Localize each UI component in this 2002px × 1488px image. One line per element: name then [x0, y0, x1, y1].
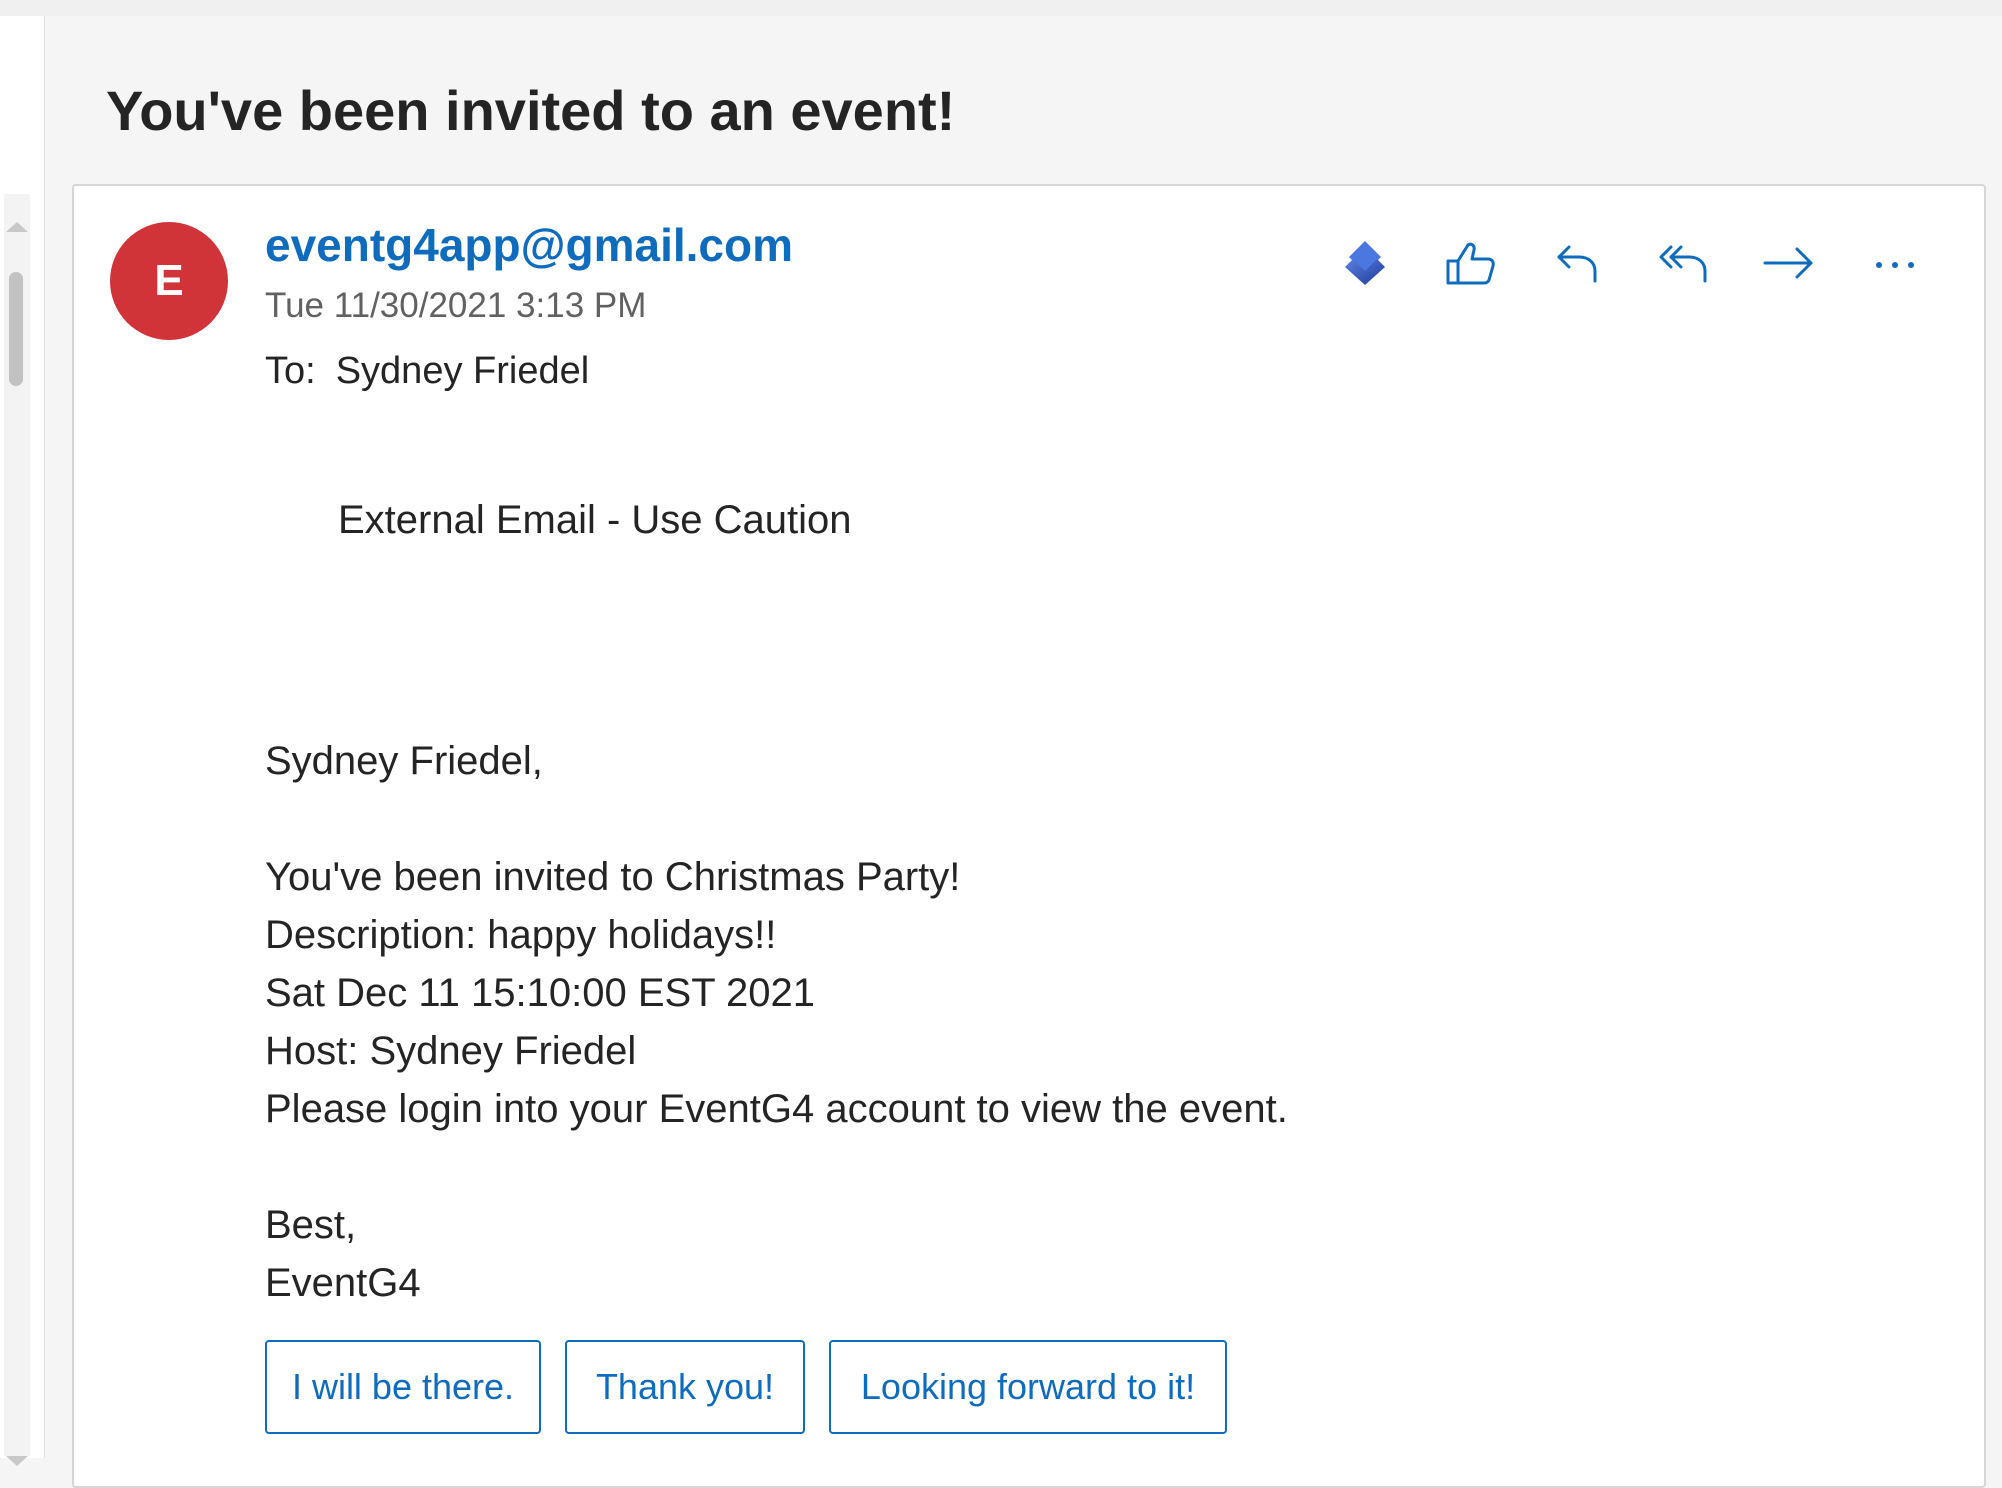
body-line: Host: Sydney Friedel: [265, 1029, 637, 1073]
message-list-pane: [0, 16, 45, 1466]
recipient-line: To: Sydney Friedel: [265, 350, 589, 393]
reply-button[interactable]: [1542, 228, 1612, 298]
scrollbar-thumb[interactable]: [9, 272, 23, 386]
scroll-up-arrow-icon[interactable]: [6, 222, 28, 232]
more-icon: [1876, 262, 1914, 268]
reply-all-button[interactable]: [1648, 228, 1718, 298]
body-line: You've been invited to Christmas Party!: [265, 855, 961, 899]
like-icon: [1446, 242, 1495, 285]
body-line: Please login into your EventG4 account t…: [265, 1087, 1288, 1131]
to-label: To:: [265, 350, 316, 392]
external-email-warning: External Email - Use Caution: [338, 498, 852, 542]
reply-all-icon: [1659, 245, 1707, 283]
quick-reply-button[interactable]: Looking forward to it!: [829, 1340, 1227, 1434]
reply-icon: [1557, 245, 1597, 283]
forward-icon: [1763, 247, 1813, 279]
body-line: Description: happy holidays!!: [265, 913, 777, 957]
more-actions-button[interactable]: [1860, 228, 1930, 298]
quick-reply-button[interactable]: Thank you!: [565, 1340, 805, 1434]
avatar-initial: E: [154, 256, 184, 305]
quick-reply-button[interactable]: I will be there.: [265, 1340, 541, 1434]
sent-date: Tue 11/30/2021 3:13 PM: [265, 286, 647, 325]
sender-avatar[interactable]: E: [110, 222, 228, 340]
top-strip: [0, 0, 2002, 16]
body-line: Sat Dec 11 15:10:00 EST 2021: [265, 971, 816, 1015]
message-body: Sydney Friedel, You've been invited to C…: [265, 732, 1288, 1312]
copilot-icon: [1345, 241, 1385, 285]
copilot-button[interactable]: [1330, 228, 1400, 298]
body-greeting: Sydney Friedel,: [265, 739, 543, 783]
recipient-name[interactable]: Sydney Friedel: [336, 350, 589, 392]
sender-address[interactable]: eventg4app@gmail.com: [265, 218, 793, 272]
like-button[interactable]: [1435, 228, 1505, 298]
forward-button[interactable]: [1754, 228, 1824, 298]
body-signoff: Best,: [265, 1203, 357, 1247]
body-signature: EventG4: [265, 1261, 421, 1305]
email-subject: You've been invited to an event!: [106, 79, 956, 142]
